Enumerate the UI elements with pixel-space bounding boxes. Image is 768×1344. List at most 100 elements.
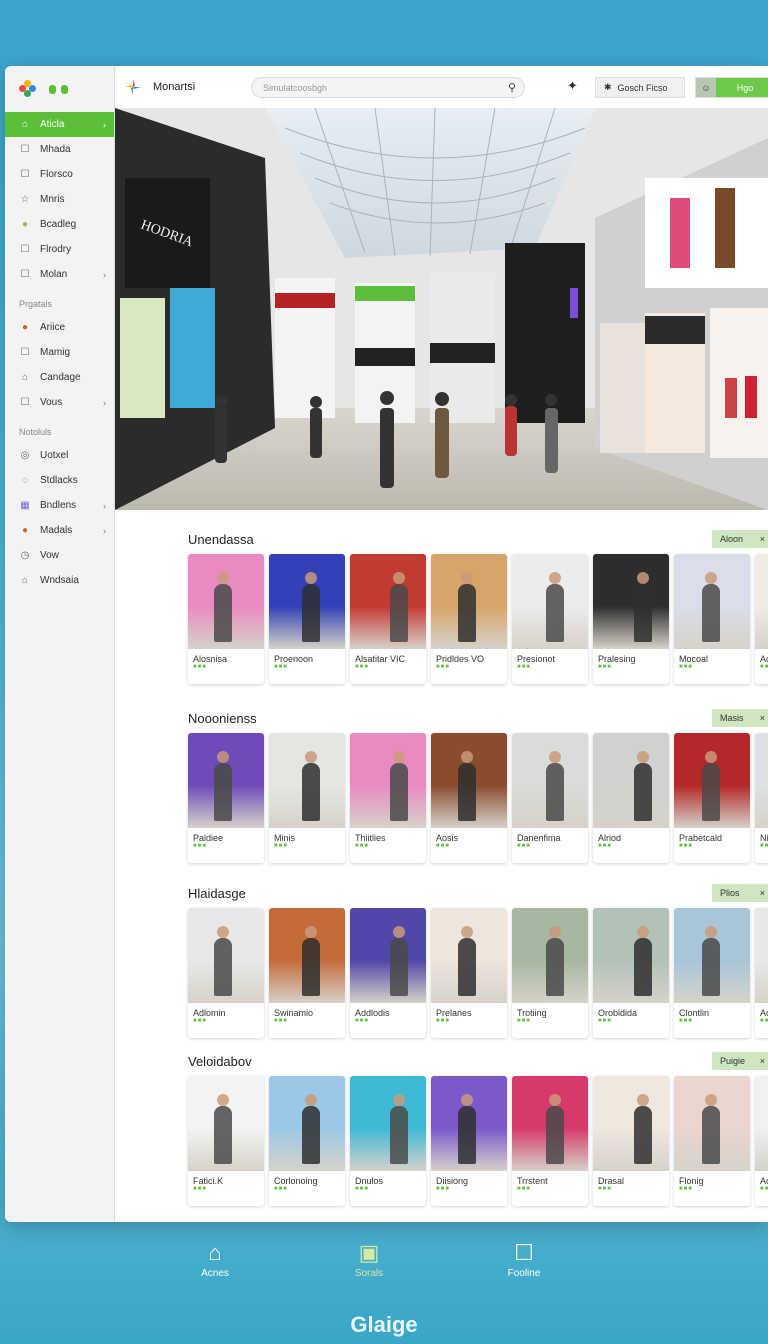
product-name: Alosnisa — [193, 654, 228, 664]
nav-home-button[interactable]: ⌂ Acnes — [175, 1240, 255, 1279]
nav-basket-button[interactable]: ☐ Fooline — [484, 1240, 564, 1279]
sidebar-item-uotxel[interactable]: ◎ Uotxel — [5, 443, 114, 468]
window-dot-icon[interactable] — [49, 84, 56, 94]
product-card[interactable]: Prelanes ■■■ — [431, 908, 507, 1038]
product-name: Trotiing — [517, 1008, 547, 1018]
sidebar-item-vow[interactable]: ◷ Vow — [5, 543, 114, 568]
product-card[interactable]: Nisao■■■ — [755, 733, 768, 863]
product-card[interactable]: Paldiee ■■■ — [188, 733, 264, 863]
wrench-icon[interactable]: ✦ — [567, 78, 578, 94]
product-card[interactable]: Adora■■■ — [755, 554, 768, 684]
rating-icon: ■■■ — [760, 664, 768, 670]
window-dot-icon[interactable] — [61, 84, 68, 94]
product-card[interactable]: Clontlin ■■■ — [674, 908, 750, 1038]
product-section: Hlaidasge Plios × Adlomin ■■■ Swinamio ■■■ Addl… — [188, 884, 768, 1046]
product-card[interactable]: Acsel■■■ — [755, 1076, 768, 1206]
chat-icon: ◌ — [22, 475, 28, 486]
person-figure — [458, 1094, 476, 1164]
sidebar-item-ariice[interactable]: ● Ariice — [5, 315, 114, 340]
sidebar-item-mamig[interactable]: ☐ Mamig — [5, 340, 114, 365]
person-head — [217, 1094, 229, 1106]
rating-icon: ■■■ — [355, 664, 369, 670]
close-icon[interactable]: × — [760, 534, 765, 544]
product-card[interactable]: Flonig ■■■ — [674, 1076, 750, 1206]
section-action-button[interactable]: Masis × — [712, 709, 768, 727]
product-card[interactable]: Alriod ■■■ — [593, 733, 669, 863]
product-card[interactable]: Mocoal ■■■ — [674, 554, 750, 684]
sidebar-item-bndlens[interactable]: ▦ Bndlens › — [5, 493, 114, 518]
product-card[interactable]: Pridldes VO ■■■ — [431, 554, 507, 684]
sidebar-item-bcadleg[interactable]: ● Bcadleg — [5, 212, 114, 237]
product-card[interactable]: Adlomin ■■■ — [188, 908, 264, 1038]
product-card[interactable]: Addlodis ■■■ — [350, 908, 426, 1038]
sidebar-item-stdlacks[interactable]: ◌ Stdlacks — [5, 468, 114, 493]
product-card[interactable]: Proenoon ■■■ — [269, 554, 345, 684]
sidebar-item-wndsaia[interactable]: ⌂ Wndsaia — [5, 568, 114, 593]
sign-button-label: Hgo — [716, 78, 768, 97]
person-figure — [634, 572, 652, 642]
search-input[interactable]: Simulatcoosbgh ⚲ — [251, 77, 525, 98]
sidebar-item-mnris[interactable]: ☆ Mnris — [5, 187, 114, 212]
product-card[interactable]: Pralesing ■■■ — [593, 554, 669, 684]
box-icon: ☐ — [20, 397, 30, 408]
product-card[interactable]: Alsatitar VIC ■■■ — [350, 554, 426, 684]
close-icon[interactable]: × — [760, 888, 765, 898]
rating-icon: ■■■ — [274, 1186, 288, 1192]
avatar: ☺ — [696, 78, 716, 97]
sidebar-item-label: Bndlens — [40, 500, 77, 511]
product-card[interactable]: Presionot ■■■ — [512, 554, 588, 684]
product-card[interactable]: Danenfima ■■■ — [512, 733, 588, 863]
sidebar-item-florsco[interactable]: ☐ Florsco — [5, 162, 114, 187]
sidebar-item-vous[interactable]: ☐ Vous › — [5, 390, 114, 415]
product-name: Aclosin — [760, 1008, 768, 1018]
sidebar-item-molan[interactable]: ☐ Molan › — [5, 262, 114, 287]
app-title: Monartsi — [153, 81, 196, 93]
person-figure — [390, 572, 408, 642]
sidebar-item-label: Bcadleg — [40, 219, 77, 230]
section-action-button[interactable]: Aloon × — [712, 530, 768, 548]
nav-store-button[interactable]: ▣ Sorals — [329, 1240, 409, 1279]
rating-icon: ■■■ — [760, 1018, 768, 1024]
sign-in-button[interactable]: ☺ Hgo — [695, 77, 768, 98]
sidebar-item-aticla[interactable]: ⌂ Aticla › — [5, 112, 114, 137]
product-card[interactable]: Minis ■■■ — [269, 733, 345, 863]
person-figure — [702, 926, 720, 996]
section-action-button[interactable]: Plios × — [712, 884, 768, 902]
user-menu-button[interactable]: ✱ Gosch Ficso — [595, 77, 685, 98]
person-figure — [390, 1094, 408, 1164]
section-action-button[interactable]: Puigie × — [712, 1052, 768, 1070]
product-name: Drasal — [598, 1176, 625, 1186]
product-card[interactable]: Fatici.K ■■■ — [188, 1076, 264, 1206]
product-card[interactable]: Prabetcald ■■■ — [674, 733, 750, 863]
product-name: Corlonoing — [274, 1176, 318, 1186]
product-card[interactable]: Orobldida ■■■ — [593, 908, 669, 1038]
product-card[interactable]: Corlonoing ■■■ — [269, 1076, 345, 1206]
product-card[interactable]: Dnulos ■■■ — [350, 1076, 426, 1206]
product-card[interactable]: Alosnisa ■■■ — [188, 554, 264, 684]
user-button-label: Gosch Ficso — [617, 82, 668, 93]
close-icon[interactable]: × — [760, 1056, 765, 1066]
ball-icon: ● — [21, 219, 29, 230]
product-card[interactable]: Aosis ■■■ — [431, 733, 507, 863]
section-title: Unendassa — [188, 532, 254, 547]
grid-icon: ▦ — [20, 500, 30, 511]
product-card[interactable]: Trrstent ■■■ — [512, 1076, 588, 1206]
person-figure — [214, 751, 232, 821]
search-icon[interactable]: ⚲ — [508, 81, 516, 94]
product-card[interactable]: Diisiong ■■■ — [431, 1076, 507, 1206]
sidebar-item-mhada[interactable]: ☐ Mhada — [5, 137, 114, 162]
product-card[interactable]: Aclosin■■■ — [755, 908, 768, 1038]
sidebar-item-madals[interactable]: ● Madals › — [5, 518, 114, 543]
product-card[interactable]: Swinamio ■■■ — [269, 908, 345, 1038]
search-placeholder: Simulatcoosbgh — [263, 82, 328, 93]
product-thumbnail — [755, 908, 768, 1003]
product-card[interactable]: Trotiing ■■■ — [512, 908, 588, 1038]
rating-icon: ■■■ — [436, 664, 450, 670]
product-card[interactable]: Drasal ■■■ — [593, 1076, 669, 1206]
product-name: Nisao — [760, 833, 768, 843]
sidebar-item-candage[interactable]: ⌂ Candage — [5, 365, 114, 390]
sidebar-item-flrodry[interactable]: ☐ Flrodry — [5, 237, 114, 262]
close-icon[interactable]: × — [760, 713, 765, 723]
product-thumbnail — [512, 733, 588, 828]
product-card[interactable]: Thiitlies ■■■ — [350, 733, 426, 863]
